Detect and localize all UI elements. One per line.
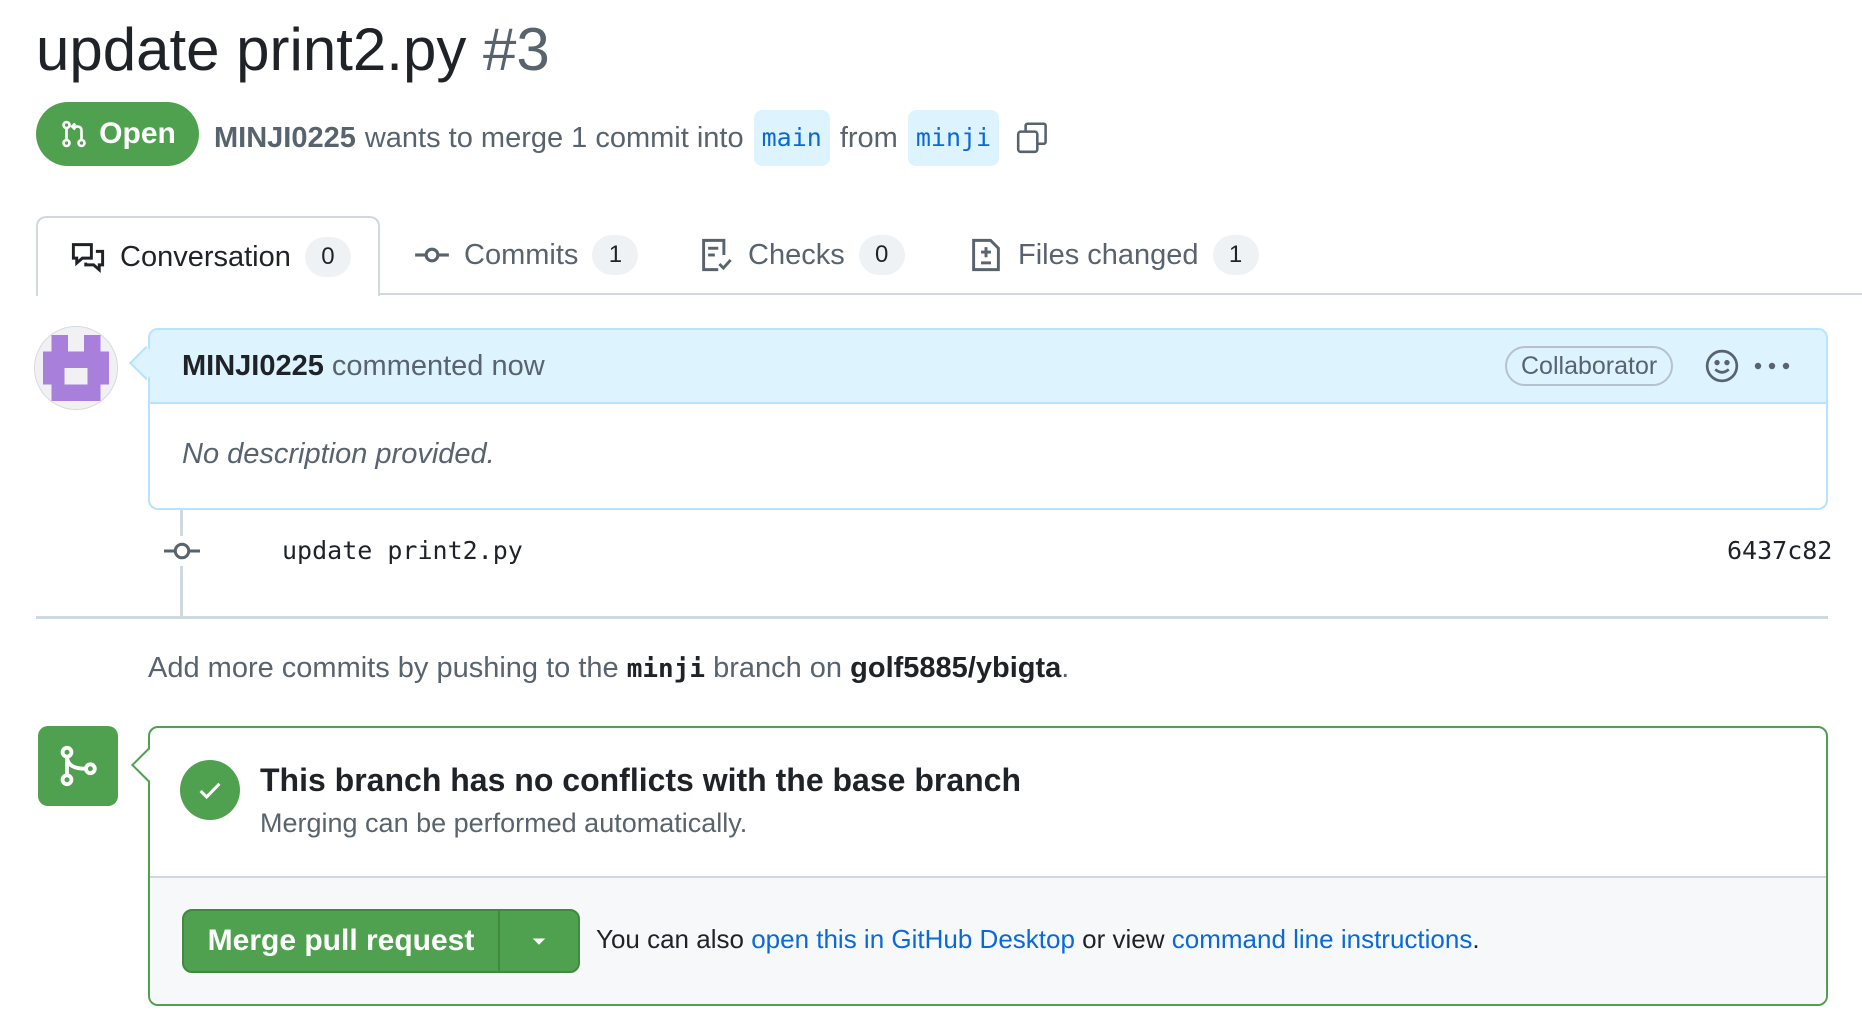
head-branch[interactable]: minji: [907, 110, 1000, 166]
github-desktop-link[interactable]: open this in GitHub Desktop: [751, 924, 1075, 954]
tab-label: Commits: [464, 238, 579, 271]
push-hint-middle: branch on: [713, 652, 843, 684]
pr-author-link[interactable]: MINJI0225: [214, 114, 356, 162]
merge-alternatives: You can also open this in GitHub Desktop…: [596, 924, 1480, 955]
check-circle: [180, 760, 240, 820]
merge-button-group: Merge pull request: [182, 909, 580, 973]
tab-conversation[interactable]: Conversation 0: [36, 216, 380, 296]
tab-counter: 0: [858, 235, 905, 275]
comment-discussion-icon: [71, 243, 105, 274]
push-hint: Add more commits by pushing to the minji…: [148, 652, 1069, 685]
merge-status-title: This branch has no conflicts with the ba…: [260, 762, 1022, 798]
command-line-instructions-link[interactable]: command line instructions: [1172, 924, 1473, 954]
tab-checks[interactable]: Checks 0: [698, 216, 905, 294]
comment-author-link[interactable]: MINJI0225: [182, 350, 324, 382]
repo-link[interactable]: golf5885/ybigta: [850, 652, 1061, 684]
from-word: from: [839, 122, 898, 154]
file-diff-icon: [972, 238, 1000, 272]
pr-title-text: update print2.py: [36, 16, 467, 83]
push-hint-suffix: .: [1061, 652, 1070, 684]
merge-text: wants to merge 1 commit into: [364, 122, 744, 154]
commit-message-link[interactable]: update print2.py: [282, 536, 523, 565]
checklist-icon: [702, 238, 732, 272]
commit-sha-link[interactable]: 6437c82: [1727, 536, 1832, 565]
state-label: Open: [99, 117, 176, 150]
tab-counter: 1: [592, 235, 639, 275]
git-pull-request-icon: [62, 120, 86, 148]
merge-pull-request-button[interactable]: Merge pull request: [184, 911, 500, 971]
comment-meta: MINJI0225 commented now: [182, 346, 545, 386]
avatar[interactable]: [34, 326, 118, 410]
state-badge: Open: [36, 102, 199, 166]
pr-title: update print2.py #3: [36, 8, 550, 92]
merge-method-dropdown[interactable]: [500, 911, 578, 971]
pr-number: #3: [482, 16, 550, 83]
tab-label: Conversation: [120, 240, 291, 273]
merge-status-subtitle: Merging can be performed automatically.: [260, 808, 748, 838]
tab-counter: 1: [1212, 235, 1259, 275]
git-merge-icon: [60, 745, 97, 787]
triangle-down-icon: [532, 938, 546, 945]
alt-prefix: You can also: [596, 924, 744, 954]
comment-action[interactable]: commented now: [332, 350, 545, 382]
alt-middle: or view: [1082, 924, 1165, 954]
tab-files-changed[interactable]: Files changed 1: [968, 216, 1259, 294]
tab-commits[interactable]: Commits 1: [414, 216, 639, 294]
identicon-icon: [35, 327, 117, 409]
copy-icon[interactable]: [1015, 121, 1049, 155]
check-icon: [199, 782, 221, 800]
git-commit-icon: [415, 247, 449, 263]
tab-counter: 0: [304, 237, 351, 277]
merge-status-icon-box: [38, 726, 118, 806]
push-hint-branch: minji: [626, 654, 706, 684]
timeline-divider: [36, 616, 1828, 619]
comment-body: No description provided.: [182, 438, 495, 470]
alt-suffix: .: [1472, 924, 1480, 954]
smiley-icon[interactable]: [1704, 348, 1740, 384]
git-commit-icon: [164, 536, 200, 566]
base-branch[interactable]: main: [753, 110, 830, 166]
tab-label: Checks: [748, 238, 845, 271]
merge-summary: MINJI0225 wants to merge 1 commit into m…: [214, 110, 1049, 166]
push-hint-prefix: Add more commits by pushing to the: [148, 652, 619, 684]
tab-label: Files changed: [1018, 238, 1199, 271]
kebab-horizontal-icon[interactable]: [1752, 350, 1792, 382]
role-badge: Collaborator: [1505, 346, 1674, 386]
